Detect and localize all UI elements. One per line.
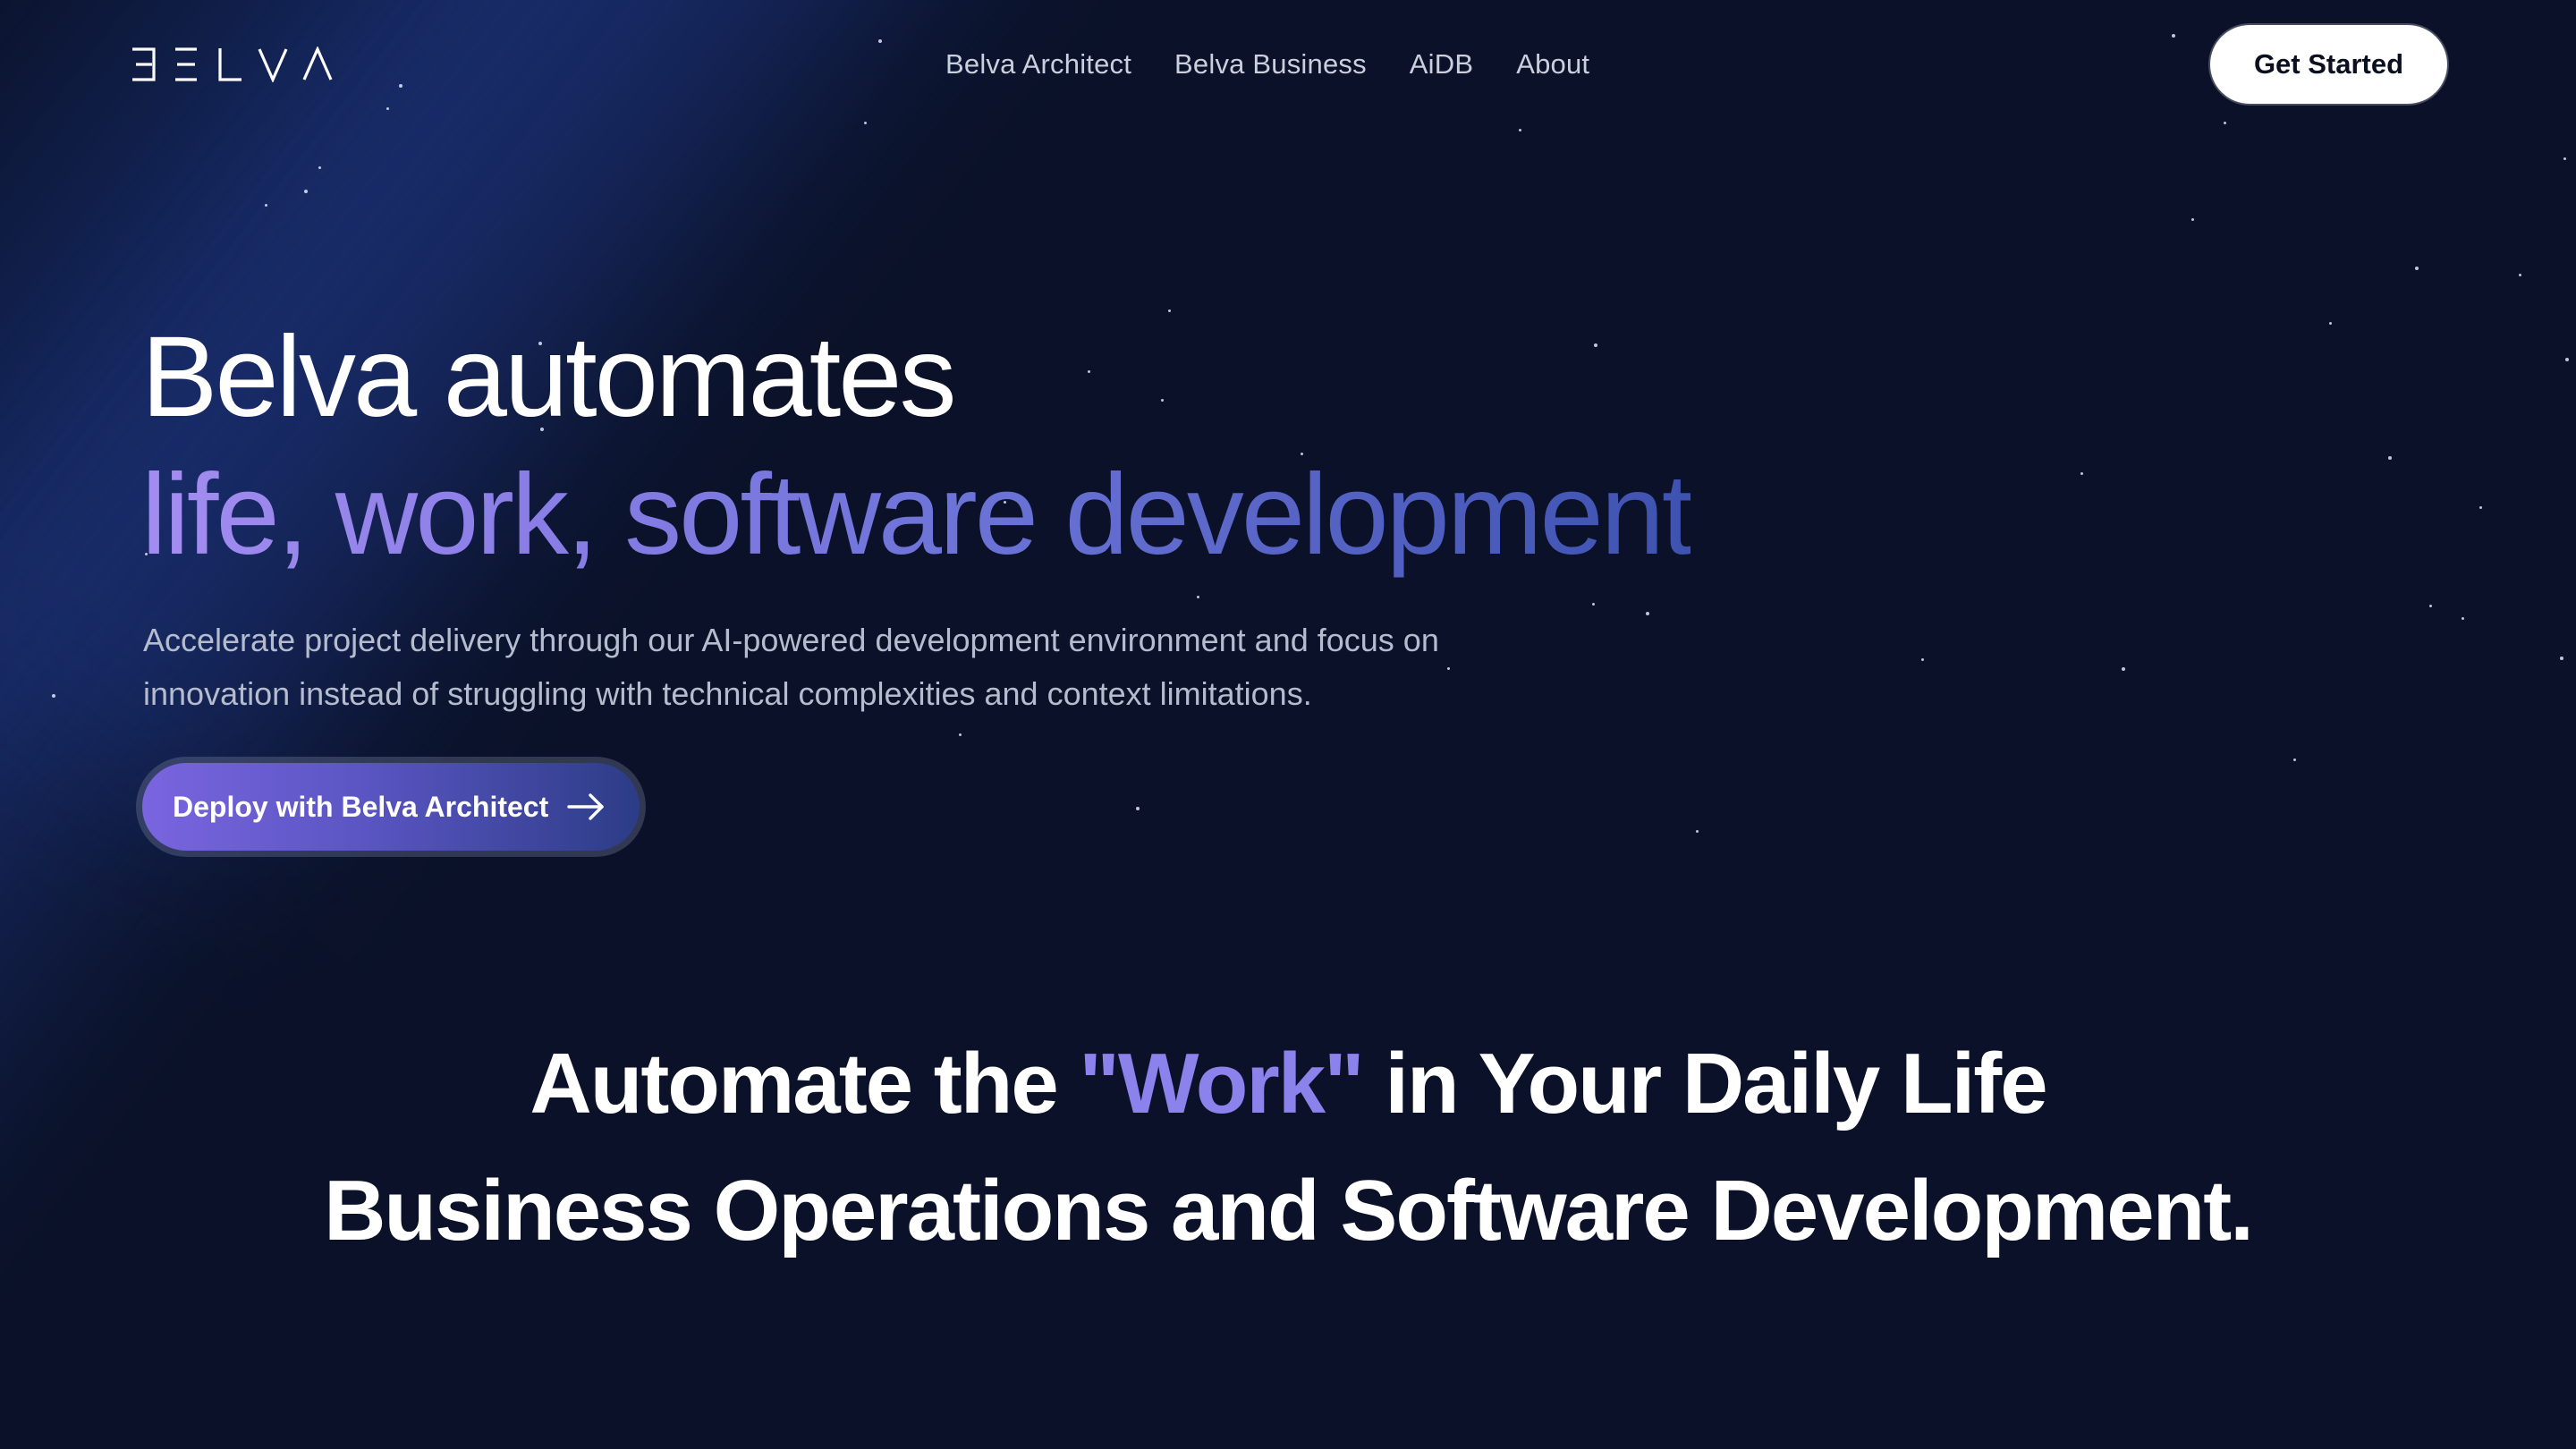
arrow-right-icon [566,792,606,821]
page: BELVA Belva Architect Belva Business AiD… [0,0,2576,1449]
deploy-button-label: Deploy with Belva Architect [173,790,549,823]
hero-subtitle-line2: innovation instead of struggling with te… [143,675,1312,712]
star-dot [318,166,321,169]
hero-subtitle: Accelerate project delivery through our … [143,614,1610,721]
star-dot [1519,129,1521,131]
star-dot [2479,506,2482,509]
star-dot [1197,596,1199,598]
star-dot [2429,605,2432,607]
star-dot [1161,399,1164,402]
section-headline-pre: Automate the [530,1036,1080,1131]
star-dot [2224,122,2226,124]
nav-item-belva-architect[interactable]: Belva Architect [945,48,1131,80]
nav-item-about[interactable]: About [1516,48,1589,80]
section-headline-line2: Business Operations and Software Develop… [324,1163,2254,1258]
deploy-with-belva-architect-button[interactable]: Deploy with Belva Architect [142,763,640,851]
star-dot [2191,218,2194,221]
section-headline-line1: Automate the "Work" in Your Daily Life [0,1029,2576,1140]
star-dot [2388,456,2392,460]
star-dot [1088,370,1090,373]
star-dot [1168,309,1171,312]
star-dot [399,84,402,88]
star-dot [2565,358,2569,361]
hero-subtitle-line1: Accelerate project delivery through our … [143,622,1439,658]
star-dot [2172,34,2175,38]
get-started-button[interactable]: Get Started [2210,25,2447,104]
brand-logo[interactable]: BELVA [131,47,336,82]
star-dot [1646,612,1649,615]
nav-item-belva-business[interactable]: Belva Business [1174,48,1367,80]
main-nav: Belva Architect Belva Business AiDB Abou… [945,45,1589,84]
star-dot [959,733,962,736]
star-dot [1594,343,1597,347]
star-dot [2080,472,2083,475]
star-dot [2415,267,2419,270]
section-headline-accent: "Work" [1079,1036,1364,1131]
section-headline-post: in Your Daily Life [1362,1036,2047,1131]
star-dot [52,694,55,698]
star-dot [864,122,867,124]
star-dot [2462,617,2464,620]
star-dot [2560,657,2563,660]
star-dot [2563,157,2566,160]
star-dot [304,190,308,193]
star-dot [1696,830,1699,833]
star-dot [1592,603,1595,606]
star-dot [2293,758,2296,761]
hero-title-line2: life, work, software development [141,451,1693,579]
logo-mark-icon [132,47,333,82]
star-dot [2122,667,2125,671]
star-dot [265,204,267,207]
star-dot [2519,274,2521,276]
star-dot [1921,658,1924,661]
nav-item-aidb[interactable]: AiDB [1410,48,1473,80]
star-dot [386,107,389,110]
hero-title-line1: Belva automates [141,313,956,441]
deploy-button-frame: Deploy with Belva Architect [136,757,646,857]
star-dot [2329,322,2332,325]
star-dot [1136,807,1140,810]
star-dot [878,39,882,43]
